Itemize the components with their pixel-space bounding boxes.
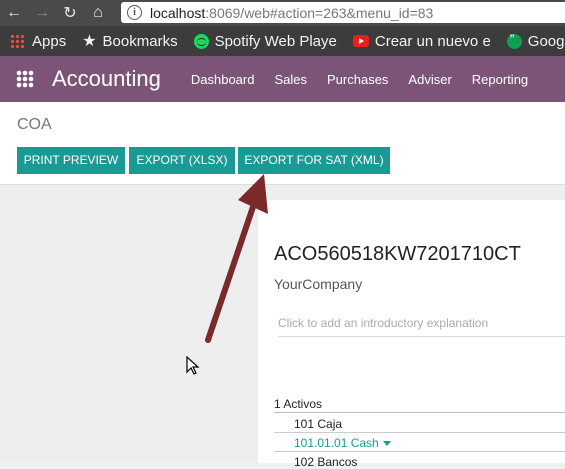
- star-icon: ★: [82, 33, 97, 50]
- account-row[interactable]: 102 Bancos: [294, 455, 357, 469]
- breadcrumb: COA: [17, 116, 52, 133]
- address-bar[interactable]: i localhost:8069/web#action=263&menu_id=…: [121, 2, 565, 23]
- export-sat-xml-button[interactable]: EXPORT FOR SAT (XML): [238, 147, 390, 174]
- intro-explanation-field[interactable]: Click to add an introductory explanation: [278, 316, 565, 337]
- home-icon[interactable]: ⌂: [84, 4, 112, 22]
- bookmark-label: Apps: [32, 32, 67, 50]
- bookmark-apps[interactable]: Apps: [0, 33, 66, 50]
- menu-reporting[interactable]: Reporting: [472, 72, 528, 87]
- row-divider: [274, 451, 565, 452]
- bookmark-youtube[interactable]: Crear un nuevo e: [352, 32, 491, 50]
- account-row-label: 101.01.01 Cash: [294, 436, 379, 450]
- bookmark-bookmarks[interactable]: ★ Bookmarks: [82, 31, 177, 51]
- control-panel: COA PRINT PREVIEW EXPORT (XLSX) EXPORT F…: [0, 102, 565, 185]
- export-xlsx-button[interactable]: EXPORT (XLSX): [129, 147, 235, 174]
- menu-purchases[interactable]: Purchases: [327, 72, 388, 87]
- bookmark-label: Google H: [527, 32, 565, 50]
- spotify-icon: [193, 33, 209, 49]
- info-icon[interactable]: i: [127, 5, 142, 20]
- menu-sales[interactable]: Sales: [274, 72, 307, 87]
- back-arrow-icon[interactable]: ←: [0, 4, 28, 22]
- apps-grid-icon: [10, 34, 24, 48]
- browser-toolbar: ← → ↻ ⌂ i localhost:8069/web#action=263&…: [0, 0, 565, 26]
- bookmark-label: Crear un nuevo e: [374, 32, 491, 50]
- row-divider: [274, 432, 565, 433]
- menu-adviser[interactable]: Adviser: [408, 72, 451, 87]
- menu-dashboard[interactable]: Dashboard: [191, 72, 255, 87]
- report-title: ACO560518KW7201710CT: [274, 243, 521, 265]
- youtube-icon: [352, 35, 369, 47]
- row-divider: [274, 412, 565, 413]
- account-row[interactable]: 101 Caja: [294, 417, 342, 431]
- company-name: YourCompany: [274, 276, 363, 292]
- url-text: localhost:8069/web#action=263&menu_id=83: [150, 4, 434, 21]
- bookmark-hangouts[interactable]: Google H: [506, 31, 565, 50]
- reload-icon[interactable]: ↻: [56, 3, 84, 23]
- mouse-cursor-icon: [186, 356, 200, 375]
- forward-arrow-icon[interactable]: →: [28, 4, 56, 22]
- app-switcher-icon[interactable]: [16, 70, 34, 88]
- app-title[interactable]: Accounting: [52, 66, 161, 92]
- print-preview-button[interactable]: PRINT PREVIEW: [17, 147, 125, 174]
- bookmark-label: Bookmarks: [102, 32, 178, 50]
- bookmark-label: Spotify Web Playe: [214, 32, 337, 50]
- caret-down-icon[interactable]: [382, 441, 391, 447]
- app-navbar: Accounting Dashboard Sales Purchases Adv…: [0, 56, 565, 102]
- account-row[interactable]: 1 Activos: [274, 397, 322, 411]
- account-row-cash[interactable]: 101.01.01 Cash: [294, 436, 391, 450]
- bookmarks-bar: Apps ★ Bookmarks Spotify Web Playe Crear…: [0, 26, 565, 56]
- bookmark-spotify[interactable]: Spotify Web Playe: [193, 32, 337, 50]
- hangouts-icon: [506, 31, 522, 49]
